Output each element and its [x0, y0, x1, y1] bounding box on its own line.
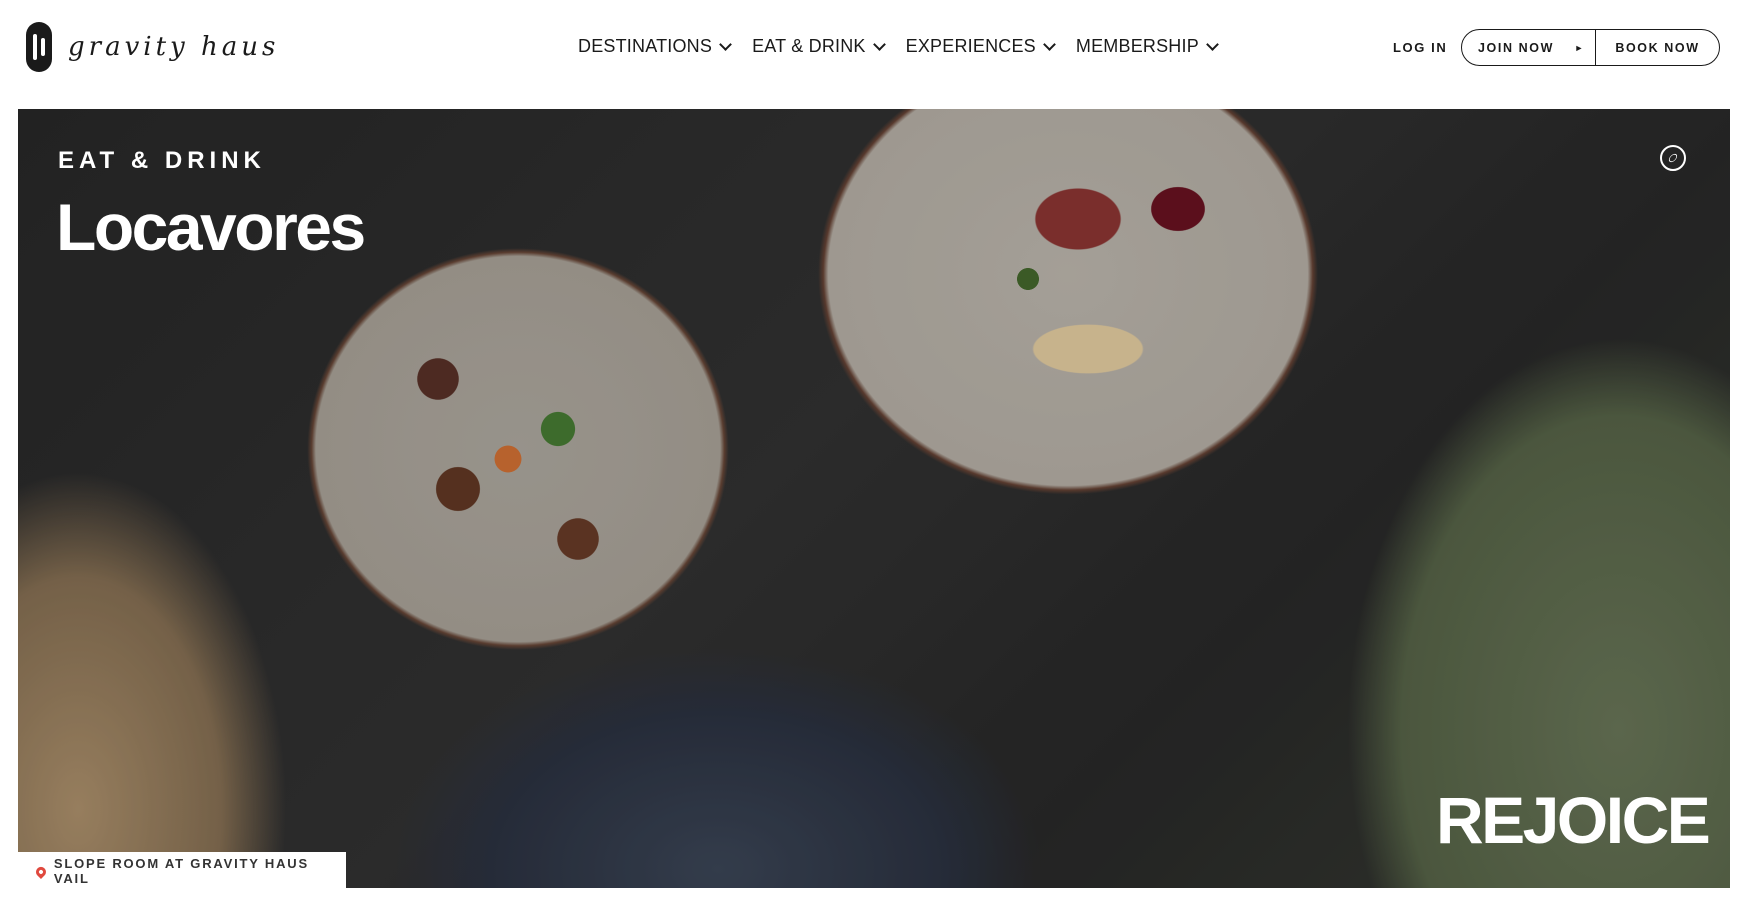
- chevron-down-icon: [872, 37, 886, 51]
- chevron-down-icon: [1043, 37, 1056, 51]
- login-link[interactable]: LOG IN: [1393, 40, 1447, 55]
- nav-destinations-label: DESTINATIONS: [578, 36, 713, 56]
- nav-experiences-label: EXPERIENCES: [905, 36, 1036, 56]
- join-now-label: JOIN NOW: [1478, 40, 1554, 55]
- hero-title: Locavores: [56, 190, 366, 264]
- map-pin-icon: [33, 864, 48, 880]
- arrow-right-icon: ►: [1574, 42, 1585, 53]
- hero-image: EAT & DRINK Locavores REJOICE SLOPE ROOM…: [18, 109, 1730, 888]
- site-header: gravity haus DESTINATIONS EAT & DRINK EX…: [0, 0, 1745, 98]
- join-now-button[interactable]: JOIN NOW ►: [1462, 30, 1596, 65]
- cta-group: JOIN NOW ► BOOK NOW: [1461, 29, 1720, 66]
- compass-icon[interactable]: [1660, 145, 1686, 171]
- plate-food-left: [378, 309, 618, 569]
- logo-mark-icon: [26, 22, 52, 72]
- main-nav: DESTINATIONS EAT & DRINK EXPERIENCES MEM…: [578, 36, 1239, 57]
- plate-food-right: [968, 149, 1228, 389]
- location-tag[interactable]: SLOPE ROOM AT GRAVITY HAUS VAIL: [18, 852, 346, 888]
- chevron-down-icon: [1206, 37, 1219, 51]
- nav-membership[interactable]: MEMBERSHIP: [1075, 36, 1219, 57]
- nav-eat-drink-label: EAT & DRINK: [752, 36, 866, 56]
- location-tag-label: SLOPE ROOM AT GRAVITY HAUS VAIL: [53, 856, 309, 886]
- nav-eat-drink[interactable]: EAT & DRINK: [752, 36, 886, 57]
- nav-destinations[interactable]: DESTINATIONS: [578, 36, 732, 57]
- book-now-button[interactable]: BOOK NOW: [1596, 41, 1719, 55]
- hero-overlay-word: REJOICE: [1436, 783, 1711, 857]
- nav-membership-label: MEMBERSHIP: [1075, 36, 1199, 56]
- hero-subtitle: EAT & DRINK: [58, 147, 266, 174]
- nav-experiences[interactable]: EXPERIENCES: [905, 36, 1056, 57]
- chevron-down-icon: [719, 37, 732, 51]
- logo[interactable]: gravity haus: [26, 22, 279, 72]
- logo-text: gravity haus: [68, 32, 280, 62]
